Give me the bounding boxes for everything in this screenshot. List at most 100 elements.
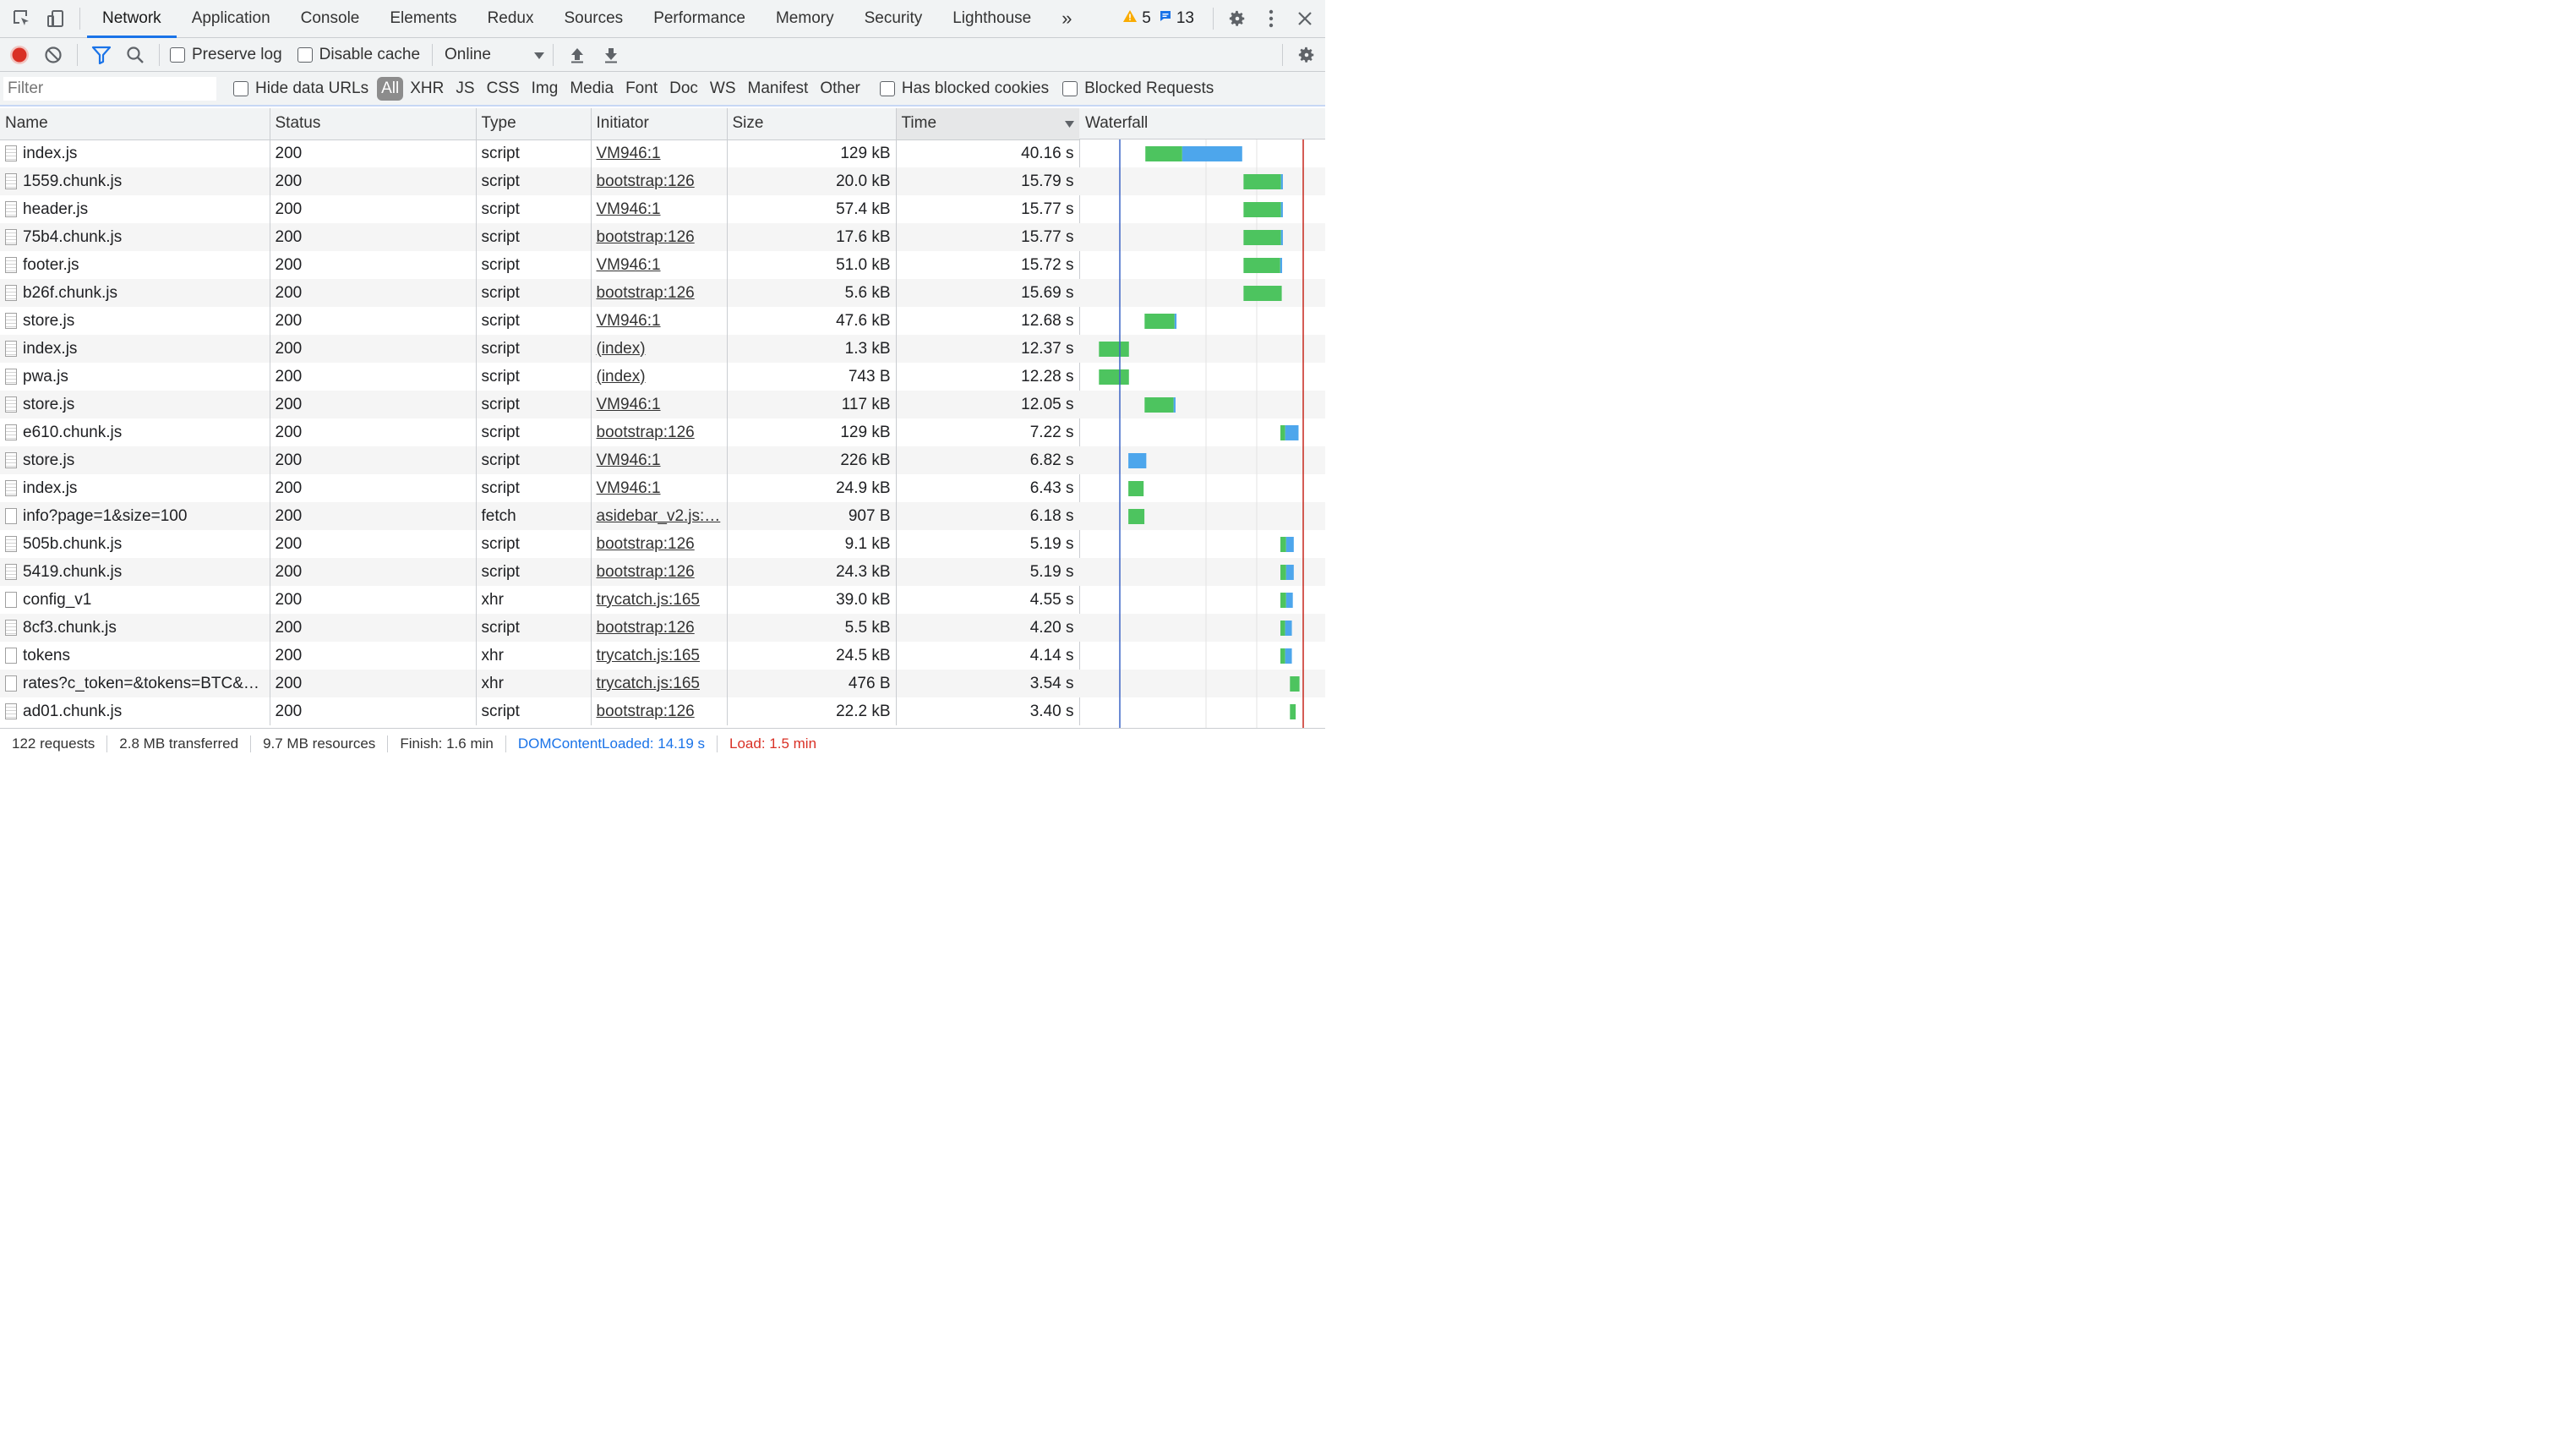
table-row[interactable]: store.js 200 script VM946:1 117 kB 12.05 s	[0, 391, 1080, 418]
name-cell[interactable]: store.js	[0, 446, 270, 474]
tab-console[interactable]: Console	[286, 0, 375, 38]
name-cell[interactable]: tokens	[0, 642, 270, 670]
name-cell[interactable]: 1559.chunk.js	[0, 167, 270, 195]
device-toolbar-icon[interactable]	[39, 2, 73, 36]
tab-redux[interactable]: Redux	[472, 0, 549, 38]
name-cell[interactable]: 8cf3.chunk.js	[0, 614, 270, 642]
initiator-link[interactable]: bootstrap:126	[597, 228, 695, 246]
name-cell[interactable]: rates?c_token=&tokens=BTC&…	[0, 670, 270, 697]
initiator-link[interactable]: VM946:1	[597, 479, 661, 497]
table-row[interactable]: index.js 200 script (index) 1.3 kB 12.37 s	[0, 335, 1080, 363]
name-cell[interactable]: index.js	[0, 335, 270, 363]
initiator-link[interactable]: asidebar_v2.js:…	[597, 507, 721, 525]
table-row[interactable]: header.js 200 script VM946:1 57.4 kB 15.77 s	[0, 195, 1080, 223]
name-cell[interactable]: index.js	[0, 139, 270, 167]
name-cell[interactable]: header.js	[0, 195, 270, 223]
checkbox-box[interactable]	[1062, 80, 1078, 96]
filter-type-img[interactable]: Img	[527, 78, 564, 100]
filter-type-manifest[interactable]: Manifest	[743, 78, 814, 100]
column-header-size[interactable]: Size	[727, 108, 897, 140]
throttling-select[interactable]: Online	[445, 46, 545, 64]
tab-performance[interactable]: Performance	[638, 0, 761, 38]
has-blocked-cookies-checkbox[interactable]: Has blocked cookies	[879, 79, 1049, 98]
initiator-link[interactable]: (index)	[597, 368, 646, 385]
table-row[interactable]: ad01.chunk.js 200 script bootstrap:126 22.2 …	[0, 697, 1080, 725]
preserve-log-checkbox[interactable]: Preserve log	[170, 46, 282, 64]
tab-security[interactable]: Security	[849, 0, 938, 38]
name-cell[interactable]: info?page=1&size=100	[0, 502, 270, 530]
name-cell[interactable]: store.js	[0, 391, 270, 418]
filter-input[interactable]	[3, 76, 216, 101]
filter-type-all[interactable]: All	[377, 76, 404, 101]
table-row[interactable]: e610.chunk.js 200 script bootstrap:126 129 k…	[0, 418, 1080, 446]
initiator-link[interactable]: trycatch.js:165	[597, 591, 701, 609]
table-row[interactable]: index.js 200 script VM946:1 24.9 kB 6.43 s	[0, 474, 1080, 502]
issue-counters[interactable]: 5 13	[1122, 9, 1194, 28]
name-cell[interactable]: ad01.chunk.js	[0, 697, 270, 725]
tab-sources[interactable]: Sources	[548, 0, 638, 38]
initiator-link[interactable]: VM946:1	[597, 256, 661, 274]
initiator-link[interactable]: VM946:1	[597, 451, 661, 469]
table-row[interactable]: pwa.js 200 script (index) 743 B 12.28 s	[0, 363, 1080, 391]
name-cell[interactable]: footer.js	[0, 251, 270, 279]
table-row[interactable]: 5419.chunk.js 200 script bootstrap:126 24.3 …	[0, 558, 1080, 586]
settings-gear-icon[interactable]	[1220, 2, 1254, 36]
network-settings-gear-icon[interactable]	[1290, 38, 1323, 72]
initiator-link[interactable]: trycatch.js:165	[597, 647, 701, 664]
table-row[interactable]: store.js 200 script VM946:1 226 kB 6.82 s	[0, 446, 1080, 474]
blocked-requests-checkbox[interactable]: Blocked Requests	[1062, 79, 1214, 98]
name-cell[interactable]: config_v1	[0, 586, 270, 614]
tab-elements[interactable]: Elements	[374, 0, 472, 38]
filter-type-media[interactable]: Media	[565, 78, 619, 100]
search-icon[interactable]	[118, 38, 152, 72]
filter-type-css[interactable]: CSS	[482, 78, 525, 100]
table-row[interactable]: footer.js 200 script VM946:1 51.0 kB 15.72 s	[0, 251, 1080, 279]
more-tabs-button[interactable]: »	[1046, 0, 1087, 38]
initiator-link[interactable]: VM946:1	[597, 312, 661, 330]
table-row[interactable]: 505b.chunk.js 200 script bootstrap:126 9.1 k…	[0, 530, 1080, 558]
checkbox-box[interactable]	[879, 80, 895, 96]
name-cell[interactable]: 505b.chunk.js	[0, 530, 270, 558]
name-cell[interactable]: b26f.chunk.js	[0, 279, 270, 307]
initiator-link[interactable]: bootstrap:126	[597, 619, 695, 637]
initiator-link[interactable]: bootstrap:126	[597, 563, 695, 581]
checkbox-box[interactable]	[297, 46, 313, 63]
name-cell[interactable]: pwa.js	[0, 363, 270, 391]
initiator-link[interactable]: VM946:1	[597, 396, 661, 413]
name-cell[interactable]: 5419.chunk.js	[0, 558, 270, 586]
checkbox-box[interactable]	[170, 46, 185, 63]
initiator-link[interactable]: trycatch.js:165	[597, 675, 701, 692]
filter-type-font[interactable]: Font	[620, 78, 663, 100]
table-row[interactable]: 8cf3.chunk.js 200 script bootstrap:126 5.5 k…	[0, 614, 1080, 642]
initiator-link[interactable]: (index)	[597, 340, 646, 358]
initiator-link[interactable]: bootstrap:126	[597, 424, 695, 441]
name-cell[interactable]: 75b4.chunk.js	[0, 223, 270, 251]
initiator-link[interactable]: bootstrap:126	[597, 172, 695, 190]
disable-cache-checkbox[interactable]: Disable cache	[297, 46, 420, 64]
more-options-icon[interactable]	[1254, 2, 1288, 36]
tab-application[interactable]: Application	[177, 0, 286, 38]
name-cell[interactable]: store.js	[0, 307, 270, 335]
table-row[interactable]: store.js 200 script VM946:1 47.6 kB 12.68 s	[0, 307, 1080, 335]
table-row[interactable]: b26f.chunk.js 200 script bootstrap:126 5.6 k…	[0, 279, 1080, 307]
filter-type-doc[interactable]: Doc	[664, 78, 703, 100]
initiator-link[interactable]: VM946:1	[597, 145, 661, 162]
table-row[interactable]: index.js 200 script VM946:1 129 kB 40.16 s	[0, 139, 1080, 167]
name-cell[interactable]: e610.chunk.js	[0, 418, 270, 446]
initiator-link[interactable]: bootstrap:126	[597, 703, 695, 720]
import-har-icon[interactable]	[560, 38, 594, 72]
table-row[interactable]: info?page=1&size=100 200 fetch asidebar_v2.…	[0, 502, 1080, 530]
inspect-element-icon[interactable]	[5, 2, 39, 36]
name-cell[interactable]: index.js	[0, 474, 270, 502]
filter-type-ws[interactable]: WS	[705, 78, 741, 100]
filter-type-xhr[interactable]: XHR	[405, 78, 449, 100]
filter-type-other[interactable]: Other	[815, 78, 865, 100]
close-icon[interactable]	[1288, 2, 1322, 36]
hide-data-urls-checkbox[interactable]: Hide data URLs	[233, 79, 368, 98]
table-row[interactable]: 75b4.chunk.js 200 script bootstrap:126 17.6 …	[0, 223, 1080, 251]
export-har-icon[interactable]	[594, 38, 628, 72]
tab-lighthouse[interactable]: Lighthouse	[937, 0, 1046, 38]
column-header-type[interactable]: Type	[476, 108, 592, 140]
checkbox-box[interactable]	[233, 80, 248, 96]
column-header-time[interactable]: Time	[896, 108, 1080, 140]
